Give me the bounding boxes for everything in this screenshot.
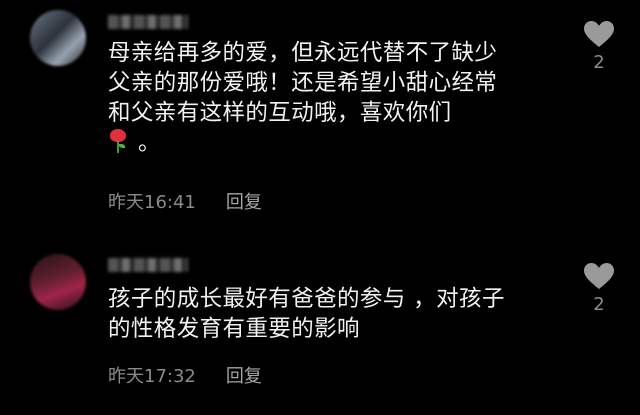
like-button[interactable]: 2 — [582, 262, 616, 315]
comment-line: 父亲的那份爱哦！还是希望小甜心经常 — [108, 70, 498, 96]
reply-button[interactable]: 回复 — [226, 362, 262, 388]
comment-line: 和父亲有这样的互动哦，喜欢你们 — [108, 100, 452, 126]
comment-text: 孩子的成长最好有爸爸的参与 ，对孩子 的性格发育有重要的影响 — [108, 284, 558, 344]
avatar[interactable] — [30, 10, 86, 66]
comment-line: 母亲给再多的爱，但永远代替不了缺少 — [108, 40, 498, 66]
like-count: 2 — [593, 294, 605, 315]
comment-line-emoji: 。 — [108, 128, 558, 158]
comment-line: 孩子的成长最好有爸爸的参与 ，对孩子 — [108, 286, 505, 312]
username-blurred[interactable] — [108, 258, 188, 272]
comment-meta: 昨天17:32 回复 — [108, 362, 262, 388]
comment-time: 昨天17:32 — [108, 366, 196, 387]
comment-line: 的性格发育有重要的影响 — [108, 316, 360, 342]
like-count: 2 — [593, 52, 605, 73]
heart-icon — [584, 21, 614, 47]
avatar[interactable] — [30, 254, 86, 310]
rose-icon — [108, 129, 128, 155]
comment-tail: 。 — [138, 130, 161, 156]
username-blurred[interactable] — [108, 15, 188, 29]
comment-time: 昨天16:41 — [108, 192, 196, 213]
heart-icon — [584, 263, 614, 289]
reply-button[interactable]: 回复 — [226, 188, 262, 214]
comment-text: 母亲给再多的爱，但永远代替不了缺少 父亲的那份爱哦！还是希望小甜心经常 和父亲有… — [108, 38, 558, 158]
like-button[interactable]: 2 — [582, 20, 616, 73]
comment-meta: 昨天16:41 回复 — [108, 188, 262, 214]
